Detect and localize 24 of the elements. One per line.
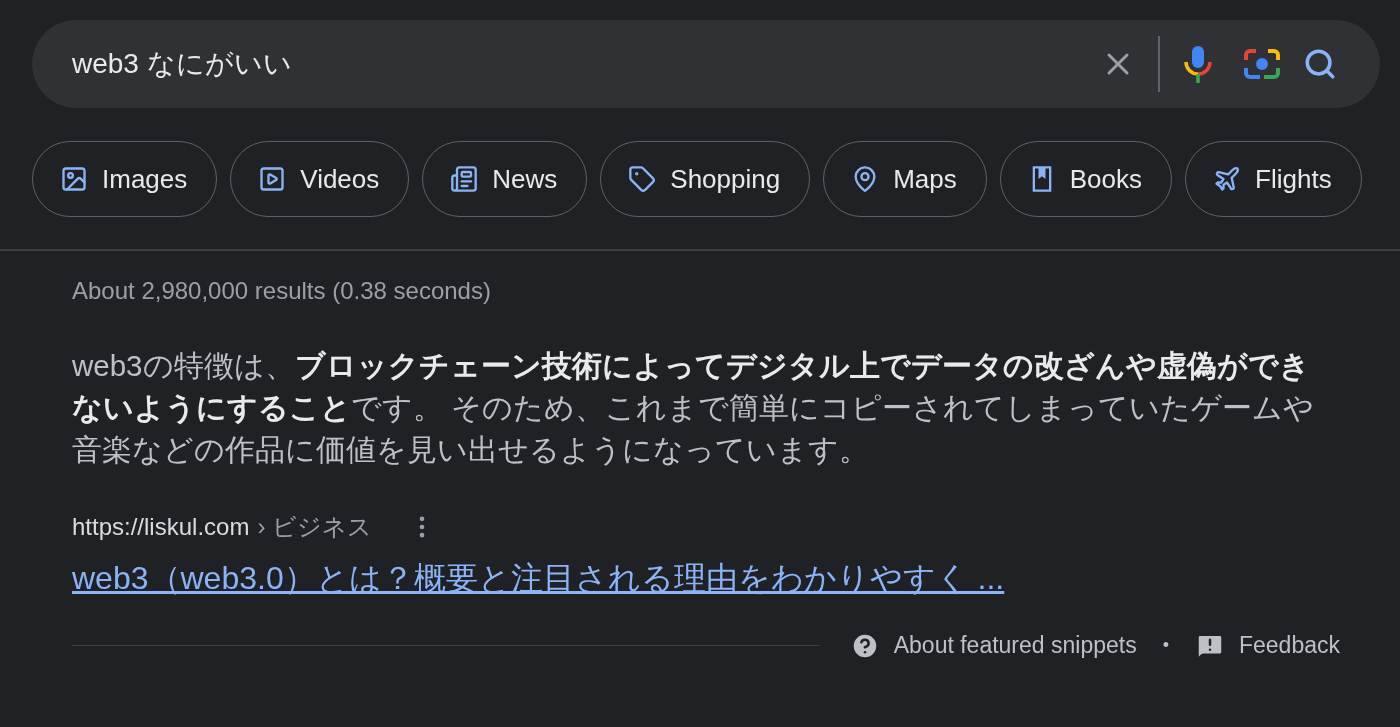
filter-chip[interactable]: Maps: [823, 141, 987, 217]
source-url: https://liskul.com: [72, 512, 250, 541]
microphone-icon: [1183, 44, 1213, 84]
camera-icon: [1242, 46, 1282, 82]
filter-chip[interactable]: News: [422, 141, 588, 217]
videos-icon: [258, 165, 287, 193]
filter-chip[interactable]: Shopping: [600, 141, 811, 217]
filter-chip[interactable]: Books: [999, 141, 1173, 217]
filter-chip[interactable]: Videos: [230, 141, 410, 217]
images-icon: [60, 165, 88, 193]
filter-chip[interactable]: Flights: [1185, 141, 1362, 217]
result-title-link[interactable]: web3（web3.0）とは？概要と注目される理由をわかりやすく ...: [72, 556, 1005, 601]
search-field[interactable]: web3 なにがいい: [32, 20, 1380, 108]
filter-chip[interactable]: Images: [32, 141, 218, 217]
breadcrumb: › ビジネス: [257, 511, 373, 542]
news-icon: [450, 165, 479, 193]
separator-dot: •: [1162, 635, 1169, 656]
search-query: web3 なにがいい: [72, 47, 293, 81]
flights-icon: [1213, 165, 1242, 193]
feedback-link[interactable]: Feedback: [1238, 632, 1340, 659]
shopping-icon: [628, 165, 657, 193]
snippet-text: web3の特徴は、ブロックチェーン技術によってデジタル上でデータの改ざんや虚偽ができないようにすることです。 そのため、これまで簡単にコピーされてしまっていたゲームや音楽などの作品に価値を見い出せるようになっています。: [72, 347, 1316, 468]
about-snippets-link[interactable]: About featured snippets: [893, 632, 1137, 659]
result-stats: About 2,980,000 results (0.38 seconds): [72, 276, 492, 305]
